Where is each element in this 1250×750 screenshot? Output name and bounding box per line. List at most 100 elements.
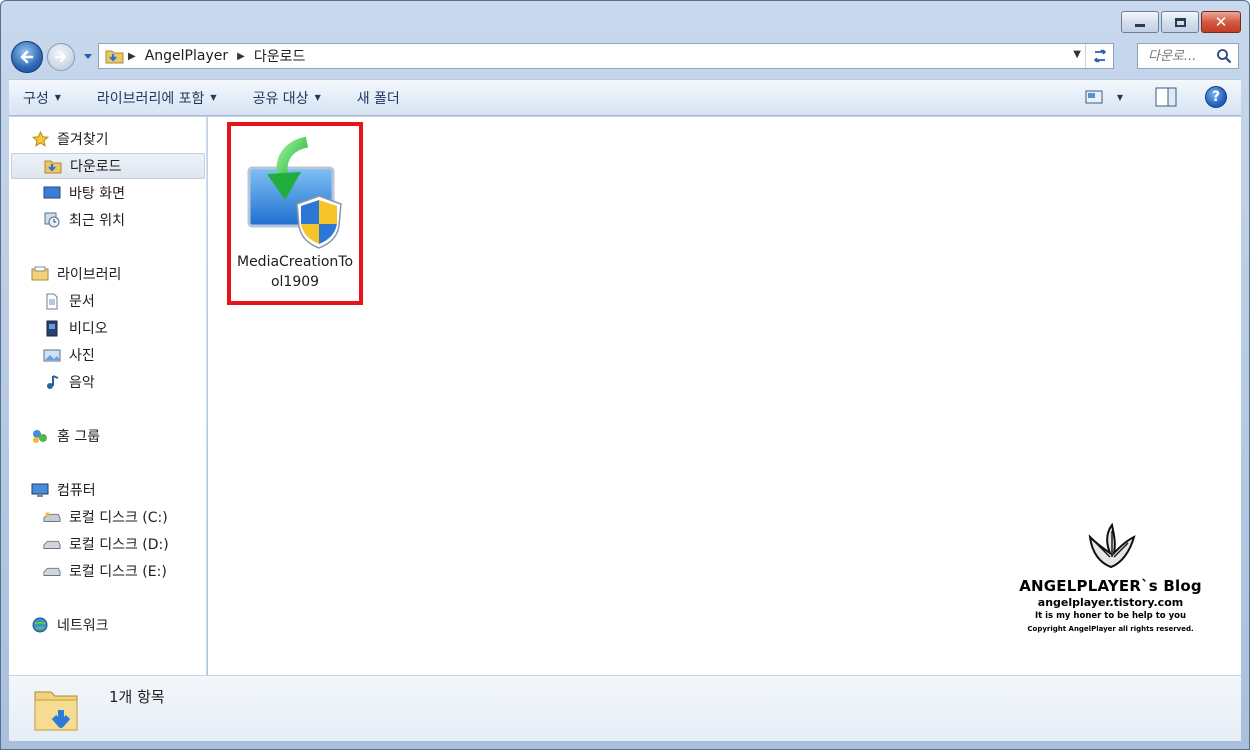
network-icon — [31, 616, 49, 634]
change-view-button[interactable]: ▼ — [1085, 89, 1123, 105]
nav-item-desktop-label: 바탕 화면 — [69, 186, 125, 202]
include-in-library-label: 라이브러리에 포함 — [96, 90, 205, 107]
nav-libraries-label: 라이브러리 — [57, 267, 122, 283]
close-button[interactable]: ✕ — [1201, 11, 1241, 33]
desktop-icon — [43, 184, 61, 202]
nav-homegroup[interactable]: 홈 그룹 — [31, 423, 201, 449]
nav-item-desktop[interactable]: 바탕 화면 — [9, 180, 205, 206]
include-in-library-menu[interactable]: 라이브러리에 포함 ▼ — [97, 88, 217, 108]
search-box[interactable] — [1137, 43, 1239, 69]
homegroup-icon — [31, 427, 49, 445]
nav-item-videos-label: 비디오 — [69, 321, 108, 337]
explorer-window: ✕ ▶ AngelPlayer ▶ 다운로드 ▼ 다운로... 구성 ▼ 라이브… — [0, 0, 1250, 750]
nav-favorites[interactable]: 즐겨찾기 — [31, 126, 201, 152]
preview-pane-icon[interactable] — [1155, 87, 1177, 107]
nav-item-music-label: 음악 — [69, 375, 95, 391]
search-icon[interactable] — [1216, 48, 1232, 64]
nav-item-disk-e[interactable]: 로컬 디스크 (E:) — [9, 558, 205, 584]
help-button[interactable]: ? — [1205, 86, 1227, 108]
chevron-down-icon: ▼ — [314, 93, 321, 102]
nav-item-downloads-label: 다운로드 — [70, 159, 122, 175]
new-folder-button[interactable]: 새 폴더 — [357, 88, 400, 108]
search-input[interactable] — [1148, 48, 1214, 64]
nav-item-music[interactable]: 음악 — [9, 369, 205, 395]
nav-libraries[interactable]: 라이브러리 — [31, 261, 201, 287]
maximize-button[interactable] — [1161, 11, 1199, 33]
nav-item-pictures[interactable]: 사진 — [9, 342, 205, 368]
drive-icon — [43, 535, 61, 553]
forward-button[interactable] — [47, 43, 75, 71]
music-icon — [43, 373, 61, 391]
command-bar: 구성 ▼ 라이브러리에 포함 ▼ 공유 대상 ▼ 새 폴더 ▼ ? — [9, 79, 1241, 116]
documents-icon — [43, 292, 61, 310]
recent-pages-dropdown-icon[interactable] — [81, 49, 95, 63]
file-list-area: MediaCreationTool1909 ANGELPLAYER`s Blog… — [208, 117, 1241, 675]
refresh-button[interactable] — [1085, 44, 1113, 68]
nav-item-pictures-label: 사진 — [69, 348, 95, 364]
angel-wings-logo — [1088, 522, 1136, 569]
file-item-media-creation-tool[interactable]: MediaCreationTool1909 — [227, 122, 363, 305]
view-icon — [1085, 90, 1103, 104]
libraries-icon — [31, 265, 49, 283]
navigation-pane: 즐겨찾기 다운로드 바탕 화면 최근 위치 라이브러리 문서 비디오 사진 음악… — [9, 117, 207, 675]
minimize-button[interactable] — [1121, 11, 1159, 33]
breadcrumb-separator-icon[interactable]: ▶ — [237, 51, 245, 62]
watermark-tagline: It is my honer to be help to you — [1034, 611, 1187, 621]
folder-download-icon — [105, 50, 124, 64]
star-icon — [31, 130, 49, 148]
recent-places-icon — [43, 211, 61, 229]
organize-label: 구성 — [23, 90, 49, 107]
address-dropdown-icon[interactable]: ▼ — [1073, 49, 1081, 60]
organize-menu[interactable]: 구성 ▼ — [23, 88, 61, 108]
breadcrumb-angelplayer[interactable]: AngelPlayer — [145, 48, 228, 64]
minimize-icon — [1135, 24, 1145, 27]
nav-item-downloads[interactable]: 다운로드 — [11, 153, 205, 179]
drive-icon — [43, 562, 61, 580]
nav-network-label: 네트워크 — [57, 618, 109, 634]
nav-item-disk-c[interactable]: 로컬 디스크 (C:) — [9, 504, 205, 530]
back-arrow-icon — [20, 50, 34, 64]
computer-icon — [31, 481, 49, 499]
watermark-title: ANGELPLAYER`s Blog — [1019, 577, 1202, 595]
watermark-copyright: Copyright AngelPlayer all rights reserve… — [1027, 625, 1194, 633]
nav-item-documents[interactable]: 문서 — [9, 288, 205, 314]
nav-item-recent-places[interactable]: 최근 위치 — [9, 207, 205, 233]
chevron-down-icon: ▼ — [210, 93, 217, 102]
nav-favorites-label: 즐겨찾기 — [57, 132, 109, 148]
nav-item-disk-d[interactable]: 로컬 디스크 (D:) — [9, 531, 205, 557]
downloads-folder-icon — [44, 157, 62, 175]
videos-icon — [43, 319, 61, 337]
nav-item-disk-d-label: 로컬 디스크 (D:) — [69, 537, 169, 553]
forward-arrow-icon — [54, 51, 67, 63]
pictures-icon — [43, 346, 61, 364]
breadcrumb-separator-icon[interactable]: ▶ — [128, 51, 136, 62]
back-button[interactable] — [11, 41, 43, 73]
file-name: MediaCreationTool1909 — [236, 254, 354, 290]
nav-item-documents-label: 문서 — [69, 294, 95, 310]
blog-watermark: ANGELPLAYER`s Blog angelplayer.tistory.c… — [1018, 522, 1203, 633]
nav-item-recent-places-label: 최근 위치 — [69, 213, 125, 229]
nav-item-videos[interactable]: 비디오 — [9, 315, 205, 341]
command-bar-right: ▼ ? — [1085, 86, 1227, 108]
close-icon: ✕ — [1214, 12, 1228, 31]
nav-item-disk-e-label: 로컬 디스크 (E:) — [69, 564, 167, 580]
address-bar[interactable]: ▶ AngelPlayer ▶ 다운로드 ▼ — [98, 43, 1114, 69]
address-row: ▶ AngelPlayer ▶ 다운로드 ▼ — [11, 39, 1239, 73]
maximize-icon — [1174, 17, 1186, 27]
breadcrumb-downloads[interactable]: 다운로드 — [254, 46, 306, 66]
chevron-down-icon: ▼ — [54, 93, 61, 102]
nav-computer[interactable]: 컴퓨터 — [31, 477, 201, 503]
share-with-menu[interactable]: 공유 대상 ▼ — [253, 88, 321, 108]
details-pane: 1개 항목 — [9, 675, 1241, 741]
media-creation-tool-icon — [247, 136, 342, 249]
nav-item-disk-c-label: 로컬 디스크 (C:) — [69, 510, 168, 526]
refresh-icon — [1093, 49, 1106, 63]
watermark-url: angelplayer.tistory.com — [1037, 596, 1184, 609]
nav-network[interactable]: 네트워크 — [31, 612, 201, 638]
new-folder-label: 새 폴더 — [356, 90, 400, 107]
view-dropdown-icon: ▼ — [1116, 92, 1123, 102]
share-with-label: 공유 대상 — [252, 90, 309, 107]
item-count: 1개 항목 — [109, 688, 165, 706]
nav-computer-label: 컴퓨터 — [57, 483, 96, 499]
caption-buttons: ✕ — [1121, 11, 1241, 33]
